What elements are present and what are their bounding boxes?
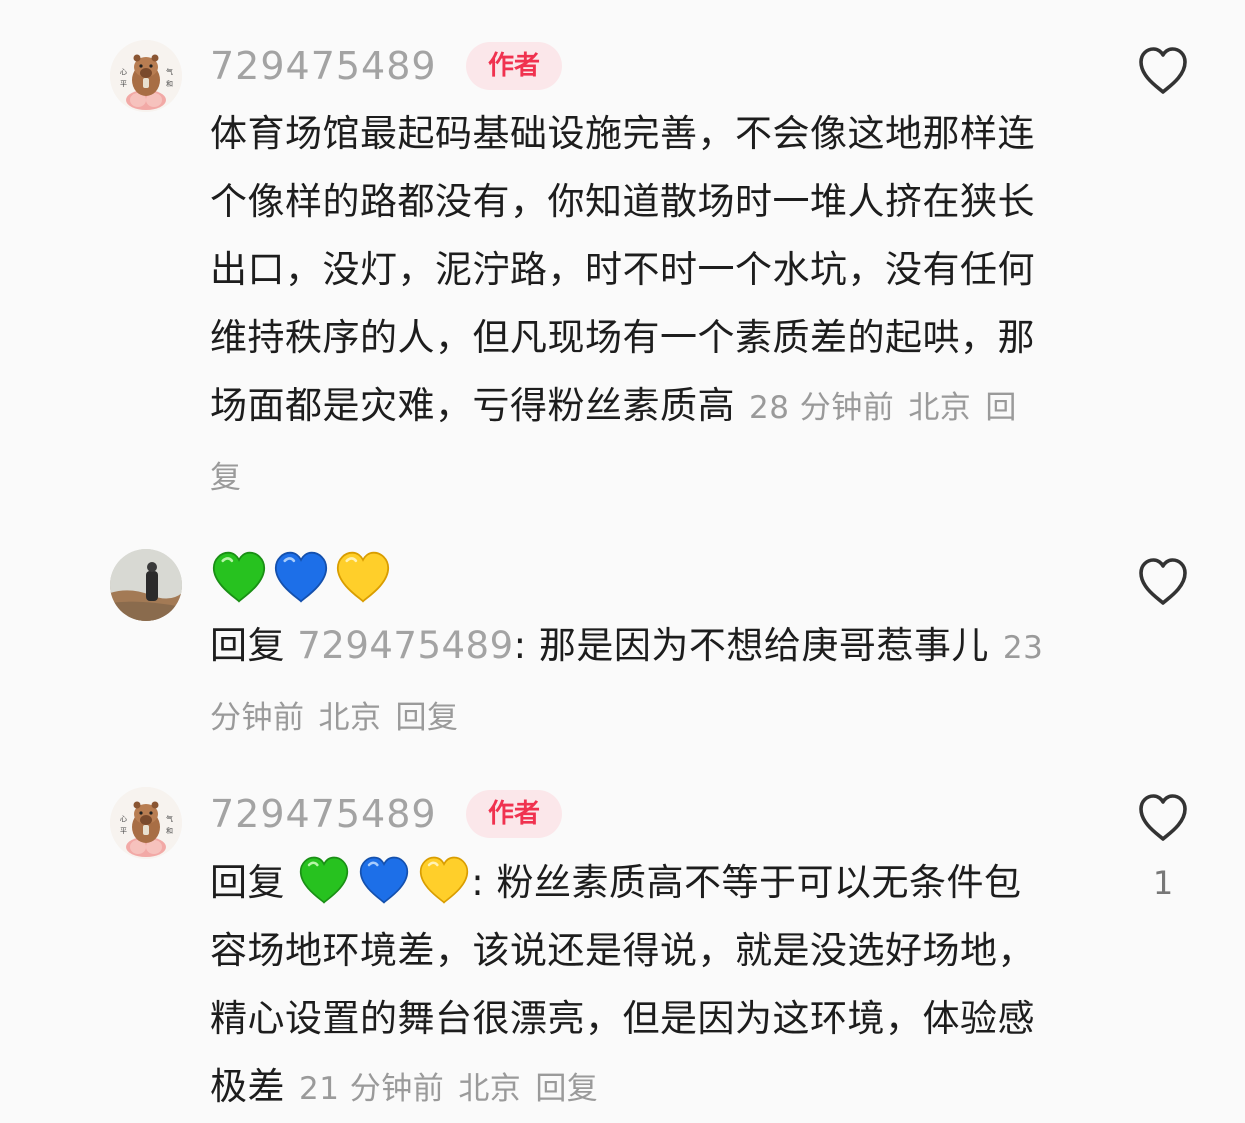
green-heart-icon [297, 855, 351, 905]
username[interactable]: 729475489 [210, 792, 437, 836]
avatar[interactable] [110, 787, 182, 859]
blue-heart-icon [357, 855, 411, 905]
green-heart-icon [210, 550, 268, 604]
avatar[interactable] [110, 549, 182, 621]
like-count: 1 [1152, 864, 1174, 902]
comment-body: 体育场馆最起码基础设施完善，不会像这地那样连个像样的路都没有，你知道散场时一堆人… [210, 100, 1050, 512]
comment-text: 那是因为不想给庚哥惹事儿 [538, 624, 989, 667]
capybara-avatar-image [110, 40, 182, 112]
reply-button[interactable]: 回复 [396, 700, 459, 736]
blue-heart-icon [272, 550, 330, 604]
reply-to-username[interactable]: 729475489 [297, 624, 513, 667]
like-heart-icon[interactable] [1136, 44, 1190, 98]
author-badge: 作者 [466, 42, 562, 90]
like-heart-icon[interactable] [1136, 555, 1190, 609]
comment-body: 回复 729475489: 那是因为不想给庚哥惹事儿 23 分钟前 北京 回复 [210, 612, 1070, 752]
comment-time: 21 分钟前 [299, 1071, 445, 1107]
author-badge: 作者 [466, 790, 562, 838]
comment-location: 北京 [908, 390, 972, 426]
comment-time: 28 分钟前 [749, 390, 895, 426]
username[interactable]: 729475489 [210, 44, 437, 88]
comment-location: 北京 [318, 700, 382, 736]
reply-prefix: 回复 [210, 861, 285, 904]
reply-button[interactable]: 回复 [535, 1071, 598, 1107]
person-photo-avatar-image [110, 549, 182, 621]
comment-location: 北京 [458, 1071, 522, 1107]
comment-text: 体育场馆最起码基础设施完善，不会像这地那样连个像样的路都没有，你知道散场时一堆人… [210, 112, 1035, 427]
avatar[interactable] [110, 40, 182, 112]
comment-body: 回复 : 粉丝素质高不等于可以无条件包容场地环境差，该说还是得说，就是没选好场地… [210, 849, 1050, 1123]
yellow-heart-icon [417, 855, 471, 905]
comment-meta: 21 分钟前 北京 回复 [299, 1071, 612, 1107]
reply-separator: : [513, 624, 539, 667]
yellow-heart-icon [334, 550, 392, 604]
like-heart-icon[interactable] [1136, 791, 1190, 845]
reply-prefix: 回复 [210, 624, 285, 667]
reply-separator: : [471, 861, 497, 904]
capybara-avatar-image [110, 787, 182, 859]
